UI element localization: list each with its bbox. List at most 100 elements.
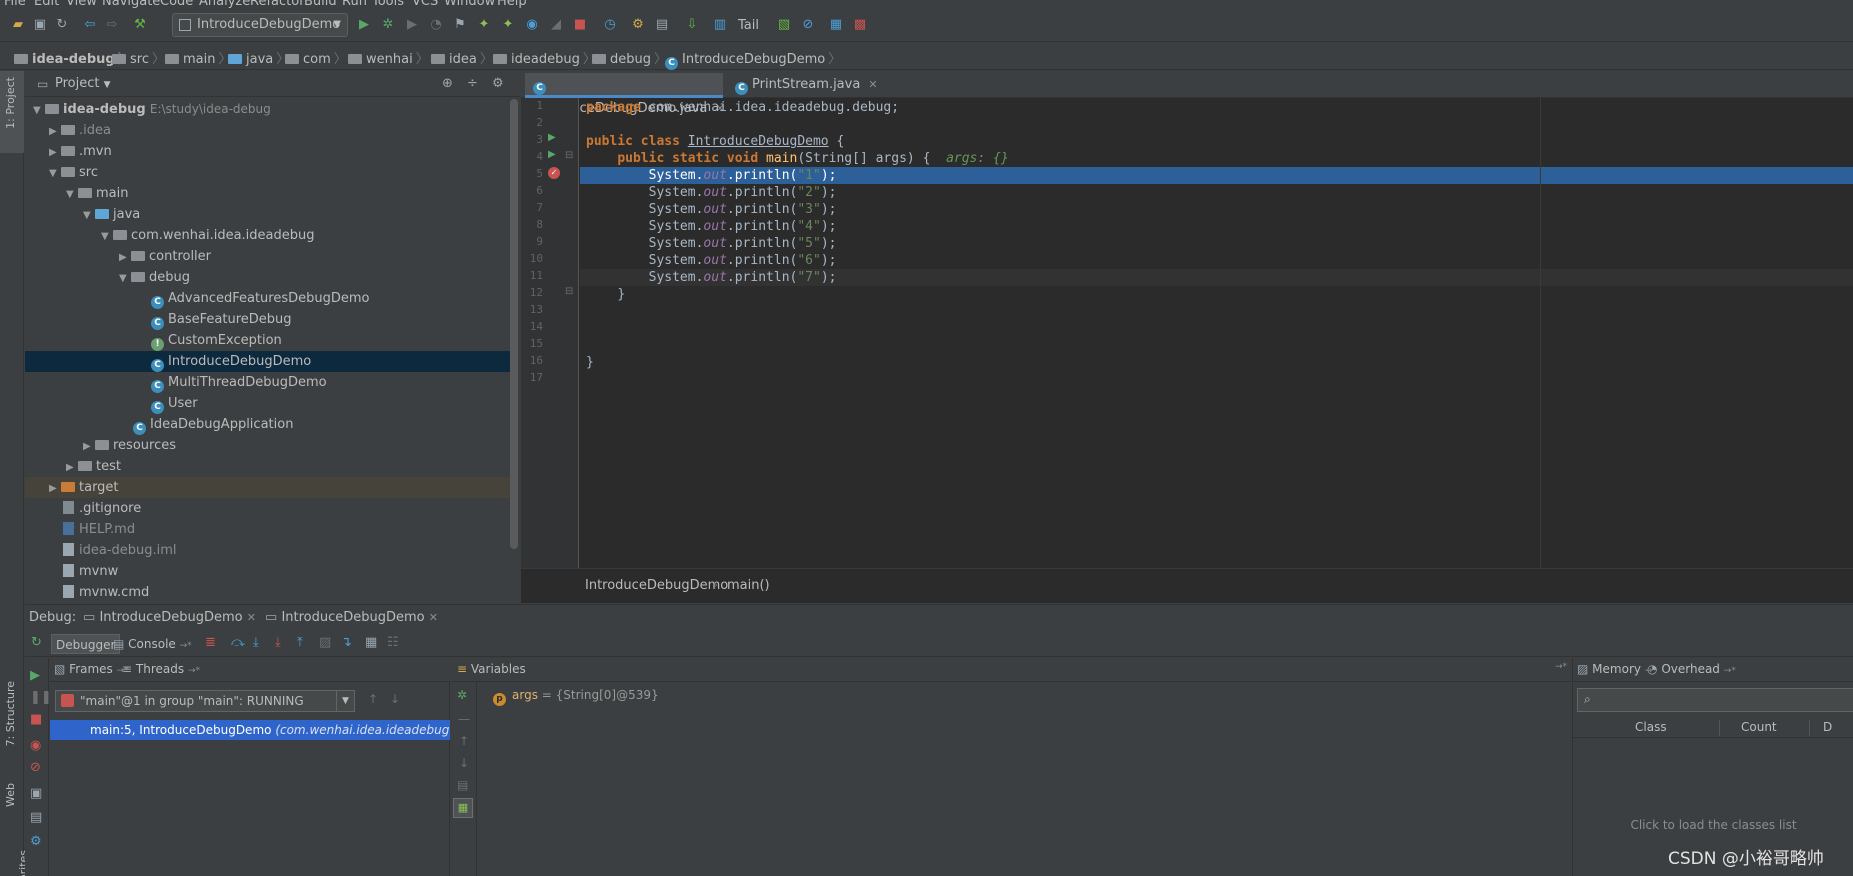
tab-introducedebugdemo-java[interactable]: CIntroduceDebugDemo.java ✕ (525, 73, 725, 116)
project-tool-tab[interactable]: 1: Project (4, 77, 17, 129)
thread-select[interactable]: "main"@1 in group "main": RUNNING ▼ (55, 690, 355, 712)
tree-item-controller[interactable]: ▶ controller (25, 246, 510, 267)
sdk-icon[interactable]: ▤ (654, 17, 670, 33)
previous-frame-icon[interactable]: ↑ (368, 692, 378, 706)
move-up-icon[interactable]: ↑ (459, 734, 469, 748)
tree-item-idea-debug-iml[interactable]: idea-debug.iml (25, 540, 510, 561)
tree-item-multithreaddebugdemo[interactable]: C MultiThreadDebugDemo (25, 372, 510, 393)
view-breakpoints-icon[interactable]: ◉ (30, 738, 41, 753)
trace-icon[interactable]: ☷ (387, 635, 399, 650)
code-area[interactable]: package com.wenhai.idea.ideadebug.debug;… (580, 98, 1853, 568)
locate-icon[interactable]: ⊕ (442, 76, 453, 91)
run-gutter-icon[interactable]: ▶ (548, 132, 556, 143)
attach-debugger-icon[interactable]: ◢ (548, 17, 564, 33)
close-icon[interactable]: ✕ (247, 611, 256, 624)
plugin-icon[interactable]: ▩ (852, 17, 868, 33)
monitor-icon[interactable]: ▧ (776, 17, 792, 33)
settings-gear-icon[interactable]: ⚙ (30, 834, 42, 849)
step-over-icon[interactable]: ⤼ (231, 635, 245, 650)
tail-button[interactable]: Tail (738, 18, 759, 33)
menu-help[interactable]: Help (497, 0, 527, 8)
rerun-icon[interactable]: ↻ (31, 635, 42, 650)
breadcrumb-com[interactable]: com 〉 (285, 48, 350, 67)
column-diff[interactable]: D (1823, 720, 1832, 734)
tree-item-introducedebugdemo[interactable]: C IntroduceDebugDemo (25, 351, 510, 372)
move-down-icon[interactable]: ↓ (459, 756, 469, 770)
run-icon[interactable]: ▶ (356, 17, 372, 33)
open-folder-icon[interactable]: ▰ (10, 17, 26, 33)
debug-session-tab-1[interactable]: ▭ IntroduceDebugDemo ✕ (83, 610, 256, 625)
evaluate-expression-icon[interactable]: ▦ (365, 635, 377, 650)
menu-navigate[interactable]: Navigate (102, 0, 160, 8)
jrebel-icon[interactable]: ◉ (524, 17, 540, 33)
run-to-cursor-icon[interactable]: ↴ (341, 635, 352, 650)
save-icon[interactable]: ▣ (32, 17, 48, 33)
tree-item-mvnw[interactable]: mvnw (25, 561, 510, 582)
web-tool-tab[interactable]: Web (4, 783, 17, 807)
profile-icon[interactable]: ◔ (428, 17, 444, 33)
tab-overhead[interactable]: ◔ Overhead →* (1647, 662, 1736, 676)
force-step-into-icon[interactable]: ⤓ (275, 635, 281, 650)
debug-bug-icon[interactable]: ✲ (380, 17, 396, 33)
tree-item-advancedfeaturesdebugdemo[interactable]: C AdvancedFeaturesDebugDemo (25, 288, 510, 309)
tree-item-resources[interactable]: ▶ resources (25, 435, 510, 456)
breadcrumb-src[interactable]: src 〉 (112, 48, 168, 67)
menu-view[interactable]: View (66, 0, 97, 8)
menu-refactor[interactable]: Refactor (250, 0, 305, 8)
add-watch-icon[interactable]: ✲ (457, 688, 467, 702)
menu-tools[interactable]: Tools (372, 0, 404, 8)
tab-frames[interactable]: ▧ Frames →* (54, 662, 129, 676)
next-frame-icon[interactable]: ↓ (390, 692, 400, 706)
variable-row-args[interactable]: p args = {String[0]@539} (493, 688, 659, 706)
tab-threads[interactable]: ≡ Threads →* (122, 662, 200, 676)
tree-item-test[interactable]: ▶ test (25, 456, 510, 477)
tab-printstream-java[interactable]: C PrintStream.java ✕ (727, 73, 889, 98)
collapse-all-icon[interactable]: ÷ (467, 76, 478, 91)
mute-breakpoints-icon[interactable]: ⊘ (30, 760, 41, 775)
gear-icon[interactable]: ⚙ (492, 76, 504, 91)
stop-icon[interactable]: ■ (572, 17, 588, 33)
breadcrumb-java[interactable]: java 〉 (228, 48, 292, 67)
tree-item-customexception[interactable]: ! CustomException (25, 330, 510, 351)
vcs-update-icon[interactable]: ⇩ (684, 17, 700, 33)
breadcrumb-ideadebug[interactable]: ideadebug 〉 (493, 48, 599, 67)
tree-item-idea[interactable]: ▶ .idea (25, 120, 510, 141)
frame-row-selected[interactable]: main:5, IntroduceDebugDemo (com.wenhai.i… (50, 720, 450, 740)
menu-edit[interactable]: Edit (34, 0, 59, 8)
tree-item-mvn[interactable]: ▶ .mvn (25, 141, 510, 162)
tree-item-src[interactable]: ▼ src (25, 162, 510, 183)
menu-vcs[interactable]: VCS (412, 0, 438, 8)
menu-window[interactable]: Window (444, 0, 495, 8)
layout-icon[interactable]: ▤ (30, 810, 42, 825)
tree-item-main[interactable]: ▼ main (25, 183, 510, 204)
run-ant-icon[interactable]: ⚑ (452, 17, 468, 33)
pause-icon[interactable]: ❚❚ (30, 690, 52, 705)
sync-icon[interactable]: ↻ (54, 17, 70, 33)
breadcrumb-main[interactable]: main 〉 (165, 48, 235, 67)
breadcrumb-idea[interactable]: idea 〉 (431, 48, 496, 67)
menu-code[interactable]: Code (160, 0, 193, 8)
remove-watch-icon[interactable]: — (458, 712, 470, 726)
breadcrumb-wenhai[interactable]: wenhai 〉 (348, 48, 432, 67)
menu-build[interactable]: Build (304, 0, 337, 8)
fold-icon[interactable]: ⊟ (565, 286, 573, 297)
duplicate-watch-icon[interactable]: ▤ (457, 778, 468, 792)
breadcrumb-introducedebugdemo[interactable]: C IntroduceDebugDemo 〉 (665, 48, 844, 70)
close-icon[interactable]: ✕ (429, 611, 438, 624)
tab-console[interactable]: ▤ Console →* (109, 634, 196, 654)
hot-swap-icon[interactable]: ✦ (500, 17, 516, 33)
pin-icon[interactable]: →* (1555, 662, 1567, 672)
translate-icon[interactable]: ▦ (828, 17, 844, 33)
structure-tool-tab[interactable]: 7: Structure (4, 681, 17, 746)
menu-file[interactable]: File (4, 0, 26, 8)
spring-boot-icon[interactable]: ✦ (476, 17, 492, 33)
tree-item-ideadebugapplication[interactable]: C IdeaDebugApplication (25, 414, 510, 435)
run-configuration-select[interactable]: IntroduceDebugDemo ▼ (172, 13, 348, 37)
fold-icon[interactable]: ⊟ (565, 150, 573, 161)
editor-crumb-method[interactable]: main() (727, 578, 770, 593)
tree-item-basefeaturedebug[interactable]: C BaseFeatureDebug (25, 309, 510, 330)
tree-item-java[interactable]: ▼ java (25, 204, 510, 225)
editor-crumb-class[interactable]: IntroduceDebugDemo (585, 578, 728, 593)
build-hammer-icon[interactable]: ⚒ (132, 17, 148, 33)
close-icon[interactable]: ✕ (868, 78, 877, 91)
